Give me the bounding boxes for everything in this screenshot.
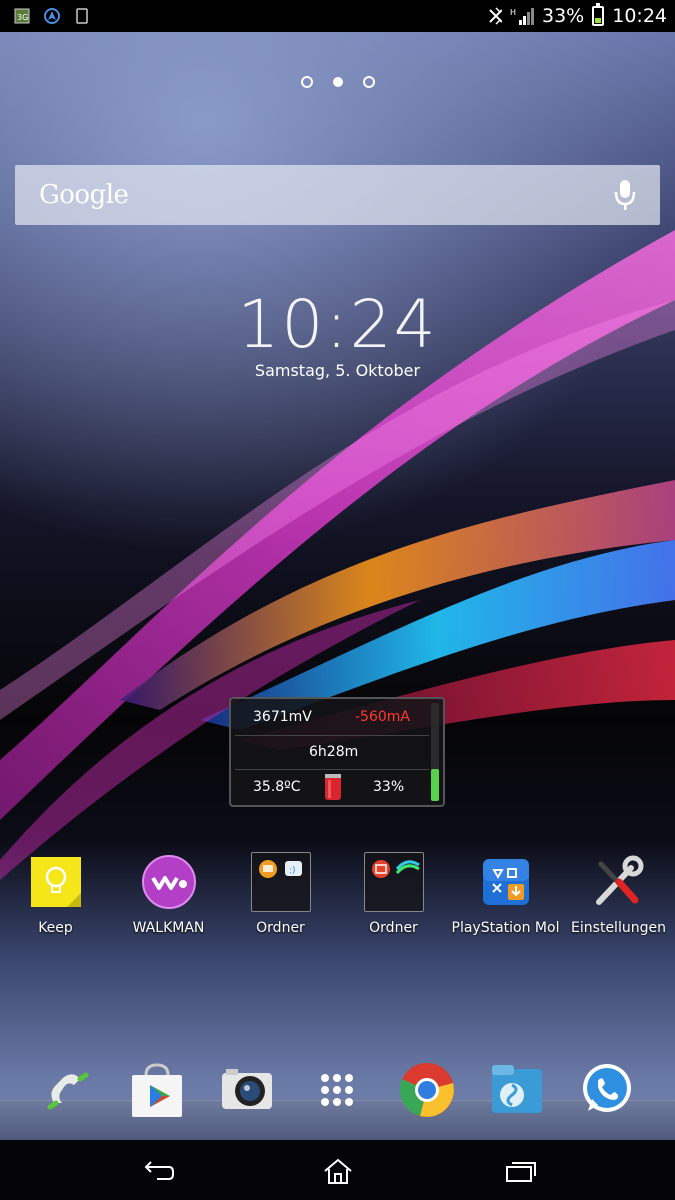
app-label: Ordner <box>256 920 305 936</box>
playstation-mobile-icon <box>476 852 536 912</box>
temperature-value: 35.8ºC <box>253 779 301 795</box>
battery-level-bar <box>431 703 439 801</box>
app-playstation-mobile[interactable]: PlayStation Mol <box>448 852 563 936</box>
folder-icon: :) <box>250 852 311 912</box>
page-dot <box>300 76 313 88</box>
svg-text::): :) <box>289 866 296 876</box>
battery-percent-text: 33% <box>542 5 585 27</box>
page-dot <box>362 76 375 88</box>
back-icon[interactable] <box>138 1156 178 1186</box>
play-store-icon[interactable] <box>127 1060 187 1120</box>
divider <box>235 735 429 736</box>
folder-icon <box>363 852 424 912</box>
keep-bulb-icon <box>26 852 86 912</box>
status-time: 10:24 <box>612 5 667 27</box>
file-manager-icon[interactable] <box>487 1060 547 1120</box>
app-label: Einstellungen <box>571 920 666 936</box>
app-label: Keep <box>38 920 73 936</box>
clock-date: Samstag, 5. Oktober <box>254 361 421 380</box>
dock <box>0 1060 675 1130</box>
battery-can-icon <box>323 771 343 805</box>
walkman-icon <box>139 852 199 912</box>
page-indicator <box>0 76 675 88</box>
microphone-icon[interactable] <box>614 178 636 212</box>
svg-text:3G: 3G <box>17 13 28 22</box>
voltage-value: 3671mV <box>253 709 312 725</box>
battery-level-fill <box>431 768 439 801</box>
settings-tools-icon <box>589 852 649 912</box>
3g-data-icon: 3G <box>14 8 30 24</box>
app-label: WALKMAN <box>132 920 205 936</box>
battery-icon <box>592 3 605 26</box>
device-icon <box>74 8 90 24</box>
remaining-time-value: 6h28m <box>309 744 359 760</box>
signal-hspa-icon: H <box>510 8 534 25</box>
page-dot-active <box>332 77 343 87</box>
recents-icon[interactable] <box>500 1156 540 1186</box>
phone-icon[interactable] <box>37 1060 97 1120</box>
home-icon[interactable] <box>318 1156 358 1186</box>
clock-time[interactable]: 10:24 <box>0 286 675 363</box>
app-keep[interactable]: Keep <box>0 852 113 936</box>
app-walkman[interactable]: WALKMAN <box>111 852 226 936</box>
google-logo: Google <box>39 180 129 210</box>
navigation-icon <box>44 8 60 24</box>
google-search-widget[interactable]: Google <box>15 165 660 225</box>
battery-monitor-widget[interactable]: 3671mV -560mA 6h28m 35.8ºC 33% <box>229 697 445 807</box>
chrome-icon[interactable] <box>397 1060 457 1120</box>
app-label: Ordner <box>369 920 418 936</box>
app-row: Keep WALKMAN :) Ordner Ordner PlayStatio… <box>0 852 675 942</box>
navigation-bar <box>0 1140 675 1200</box>
app-label: PlayStation Mol <box>451 920 560 936</box>
divider <box>235 769 429 770</box>
current-value: -560mA <box>355 709 410 725</box>
app-settings[interactable]: Einstellungen <box>561 852 675 936</box>
whatsapp-icon[interactable] <box>577 1060 637 1120</box>
svg-text:H: H <box>510 8 516 17</box>
camera-icon[interactable] <box>217 1060 277 1120</box>
bluetooth-off-icon <box>486 7 502 25</box>
app-drawer-icon[interactable] <box>307 1060 367 1120</box>
app-folder-1[interactable]: :) Ordner <box>223 852 338 936</box>
battery-percent-value: 33% <box>373 779 405 795</box>
status-bar: 3G H 33% 10:24 <box>0 0 675 32</box>
app-folder-2[interactable]: Ordner <box>336 852 451 936</box>
